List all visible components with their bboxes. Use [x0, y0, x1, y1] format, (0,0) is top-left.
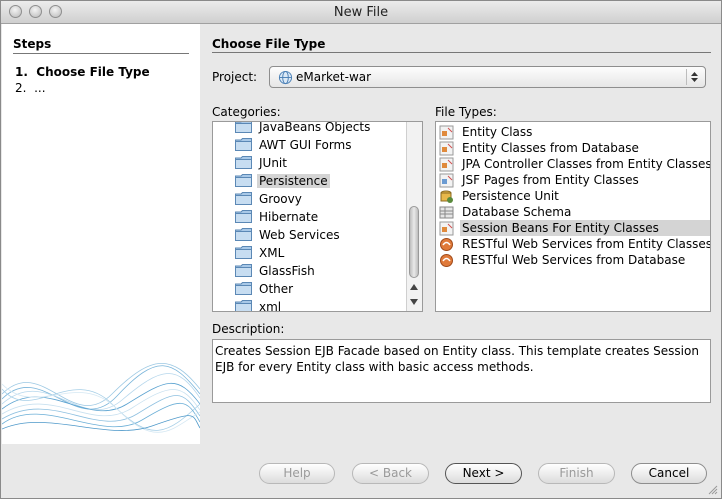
- category-item[interactable]: Groovy: [213, 190, 408, 208]
- project-select[interactable]: eMarket-war: [269, 66, 706, 88]
- file-type-item[interactable]: JPA Controller Classes from Entity Class…: [436, 156, 710, 172]
- next-button[interactable]: Next >: [445, 463, 522, 484]
- folder-icon: [235, 282, 252, 295]
- file-type-item[interactable]: JSF Pages from Entity Classes: [436, 172, 710, 188]
- file-type-item[interactable]: Entity Class: [436, 124, 710, 140]
- folder-icon: [235, 138, 252, 151]
- category-label: Groovy: [259, 192, 302, 206]
- jpa-controller-icon: [439, 157, 454, 172]
- scroll-down-arrow-icon[interactable]: [409, 298, 419, 306]
- categories-list[interactable]: JavaBeans Objects AWT GUI Forms JUnit Persi…: [212, 121, 423, 312]
- project-label: Project:: [212, 70, 258, 84]
- file-type-item[interactable]: RESTful Web Services from Database: [436, 252, 710, 268]
- category-item[interactable]: xml: [213, 298, 408, 312]
- category-label: Other: [259, 282, 294, 296]
- rest-service-icon: [440, 238, 453, 251]
- file-type-label: Persistence Unit: [462, 189, 559, 203]
- section-title: Choose File Type: [212, 37, 326, 51]
- categories-scrollbar[interactable]: [406, 122, 422, 311]
- session-bean-icon: [439, 221, 454, 236]
- category-item[interactable]: Web Services: [213, 226, 408, 244]
- file-type-label: Database Schema: [462, 205, 572, 219]
- finish-button[interactable]: Finish: [538, 463, 615, 484]
- category-item[interactable]: JavaBeans Objects: [213, 121, 408, 136]
- entity-class-icon: [439, 125, 454, 140]
- file-type-label: JPA Controller Classes from Entity Class…: [462, 157, 711, 171]
- folder-icon: [235, 246, 252, 259]
- cancel-button[interactable]: Cancel: [631, 463, 707, 484]
- section-divider: [212, 52, 711, 53]
- file-type-item[interactable]: Session Beans For Entity Classes: [436, 220, 710, 236]
- file-type-label: JSF Pages from Entity Classes: [462, 173, 639, 187]
- rest-db-icon: [440, 254, 453, 267]
- jsf-pages-icon: [439, 173, 454, 188]
- entity-db-icon: [439, 141, 454, 156]
- file-type-item[interactable]: Persistence Unit: [436, 188, 710, 204]
- category-label: JUnit: [259, 156, 287, 170]
- folder-icon: [235, 264, 252, 277]
- chevron-up-down-icon: [686, 69, 698, 85]
- categories-label: Categories:: [212, 105, 281, 119]
- file-type-label: RESTful Web Services from Entity Classes: [462, 237, 711, 251]
- folder-icon: [235, 192, 252, 205]
- category-item[interactable]: Persistence: [213, 172, 408, 190]
- decorative-wave-graphic: [2, 362, 200, 433]
- title-bar: New File: [1, 1, 721, 24]
- category-label: JavaBeans Objects: [259, 121, 371, 134]
- category-item[interactable]: XML: [213, 244, 408, 262]
- category-item[interactable]: AWT GUI Forms: [213, 136, 408, 154]
- folder-icon: [235, 228, 252, 241]
- step-number: 1.: [15, 65, 28, 79]
- category-item[interactable]: GlassFish: [213, 262, 408, 280]
- file-types-label: File Types:: [435, 105, 497, 119]
- folder-icon: [235, 300, 252, 311]
- project-value: eMarket-war: [296, 70, 372, 84]
- back-button[interactable]: < Back: [352, 463, 429, 484]
- file-type-label: Entity Classes from Database: [462, 141, 639, 155]
- steps-heading: Steps: [13, 37, 52, 51]
- window-title: New File: [333, 5, 389, 20]
- file-type-item[interactable]: Database Schema: [436, 204, 710, 220]
- category-label: Hibernate: [259, 210, 319, 224]
- step-number: 2.: [15, 81, 27, 95]
- step-label: Choose File Type: [36, 65, 150, 79]
- scroll-up-arrow-icon[interactable]: [409, 283, 419, 291]
- file-type-label: Session Beans For Entity Classes: [462, 221, 659, 235]
- steps-panel: Steps 1. Choose File Type 2. ...: [2, 24, 200, 444]
- step-2: 2. ...: [15, 81, 46, 95]
- file-type-item[interactable]: Entity Classes from Database: [436, 140, 710, 156]
- database-schema-icon: [439, 206, 454, 219]
- folder-icon: [235, 156, 252, 169]
- persistence-unit-icon: [440, 190, 453, 203]
- description-text: Creates Session EJB Facade based on Enti…: [212, 339, 711, 403]
- folder-icon: [235, 210, 252, 223]
- resize-grip-icon[interactable]: [708, 485, 718, 495]
- folder-icon: [235, 174, 252, 187]
- category-label: XML: [259, 246, 285, 260]
- scrollbar-thumb[interactable]: [409, 206, 419, 278]
- step-label: ...: [34, 81, 46, 95]
- category-label: AWT GUI Forms: [259, 138, 352, 152]
- category-item[interactable]: JUnit: [213, 154, 408, 172]
- steps-divider: [13, 53, 189, 54]
- category-label: GlassFish: [259, 264, 315, 278]
- category-item[interactable]: Other: [213, 280, 408, 298]
- step-1: 1. Choose File Type: [15, 65, 150, 79]
- folder-icon: [235, 122, 252, 133]
- new-file-dialog: New File Steps 1. Choose File Type 2. ..…: [0, 0, 722, 499]
- description-label: Description:: [212, 322, 285, 336]
- category-item[interactable]: Hibernate: [213, 208, 408, 226]
- category-label: Persistence: [257, 174, 330, 188]
- category-label: Web Services: [259, 228, 340, 242]
- globe-icon: [278, 70, 293, 85]
- file-types-list[interactable]: Entity Class Entity Classes from Database…: [435, 121, 711, 312]
- file-type-label: Entity Class: [462, 125, 533, 139]
- file-type-item[interactable]: RESTful Web Services from Entity Classes: [436, 236, 710, 252]
- category-label: xml: [259, 300, 282, 312]
- help-button[interactable]: Help: [259, 463, 335, 484]
- file-type-label: RESTful Web Services from Database: [462, 253, 686, 267]
